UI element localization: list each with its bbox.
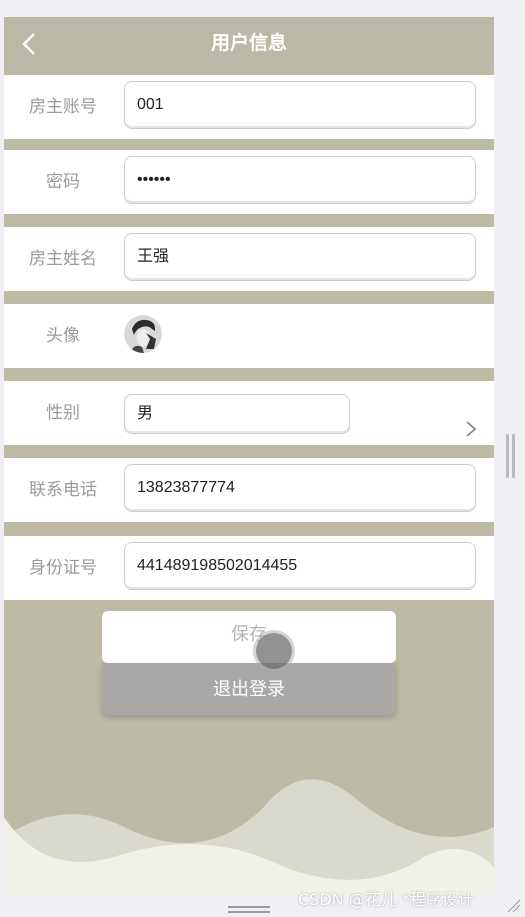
page-title: 用户信息 xyxy=(210,33,287,54)
account-field[interactable]: 001 xyxy=(124,81,476,129)
id-card-row: 身份证号 441489198502014455 xyxy=(4,536,494,600)
id-card-label: 身份证号 xyxy=(29,558,97,577)
phone-label: 联系电话 xyxy=(29,480,97,499)
avatar-label: 头像 xyxy=(46,326,80,345)
watermark-text: CSDN @花儿 *程序设计 xyxy=(298,890,474,909)
wave-decoration xyxy=(4,779,494,897)
name-field[interactable]: 王强 xyxy=(124,233,476,281)
phone-row: 联系电话 13823877774 xyxy=(4,458,494,522)
gender-select[interactable]: 男 xyxy=(124,394,350,434)
top-bar: 用户信息 xyxy=(4,17,494,71)
logout-button[interactable]: 退出登录 xyxy=(102,663,396,715)
password-row: 密码 •••••• xyxy=(4,150,494,214)
password-field[interactable]: •••••• xyxy=(124,156,476,204)
phone-field[interactable]: 13823877774 xyxy=(124,464,476,512)
gender-row: 性别 男 xyxy=(4,381,494,445)
avatar-row: 头像 xyxy=(4,304,494,368)
app-screen: 用户信息 房主账号 001 密码 •••••• 房主姓名 王强 头像 性别 男 xyxy=(4,17,494,897)
avatar-image xyxy=(124,315,162,353)
bottom-drag-handle[interactable] xyxy=(228,906,270,916)
scrollbar-handle[interactable] xyxy=(506,434,516,478)
account-label: 房主账号 xyxy=(29,97,97,116)
resize-grip-icon[interactable] xyxy=(504,896,522,914)
gender-label: 性别 xyxy=(46,403,80,422)
password-label: 密码 xyxy=(46,172,80,191)
name-row: 房主姓名 王强 xyxy=(4,227,494,291)
chevron-right-icon[interactable] xyxy=(464,419,478,439)
account-row: 房主账号 001 xyxy=(4,75,494,139)
save-button[interactable]: 保存 xyxy=(102,611,396,663)
name-label: 房主姓名 xyxy=(29,249,97,268)
avatar[interactable] xyxy=(124,315,162,353)
touch-indicator xyxy=(256,633,292,669)
id-card-field[interactable]: 441489198502014455 xyxy=(124,542,476,590)
